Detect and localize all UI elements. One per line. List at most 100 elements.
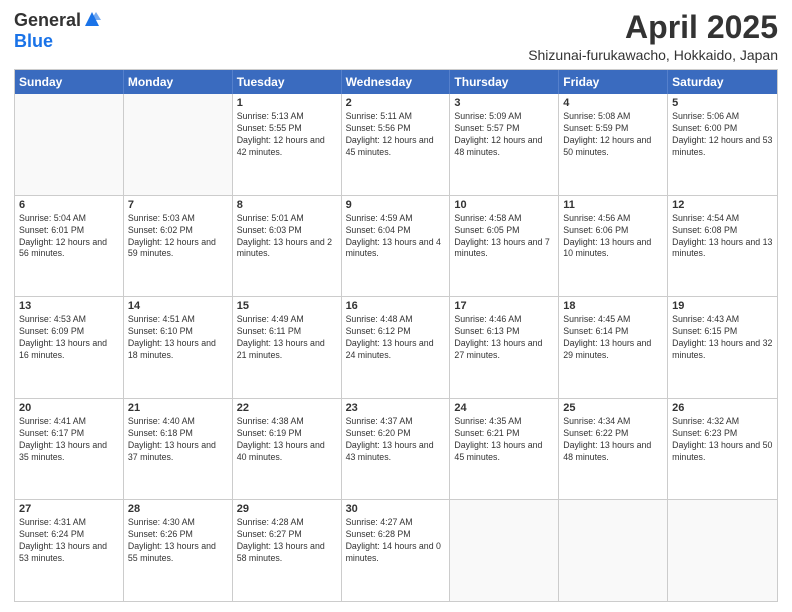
day-number: 24: [454, 402, 554, 414]
cell-detail: Sunrise: 4:35 AM Sunset: 6:21 PM Dayligh…: [454, 416, 554, 464]
cell-detail: Sunrise: 4:41 AM Sunset: 6:17 PM Dayligh…: [19, 416, 119, 464]
calendar-cell: 14 Sunrise: 4:51 AM Sunset: 6:10 PM Dayli…: [124, 297, 233, 398]
calendar-cell: 29Sunrise: 4:28 AM Sunset: 6:27 PM Dayli…: [233, 500, 342, 601]
day-number: 11: [563, 199, 663, 211]
day-number: 8: [237, 199, 337, 211]
calendar-cell: [450, 500, 559, 601]
cell-detail: Sunrise: 5:01 AM Sunset: 6:03 PM Dayligh…: [237, 213, 337, 261]
day-number: 13: [19, 300, 119, 312]
calendar-row-5: 27 Sunrise: 4:31 AM Sunset: 6:24 PM Dayli…: [15, 499, 777, 601]
calendar-cell: [668, 500, 777, 601]
month-title: April 2025: [528, 10, 778, 45]
day-number: 28: [128, 503, 228, 515]
calendar-cell: 27 Sunrise: 4:31 AM Sunset: 6:24 PM Dayli…: [15, 500, 124, 601]
cell-detail: Sunrise: 4:31 AM Sunset: 6:24 PM Dayligh…: [19, 517, 119, 565]
header: General Blue April 2025 Shizunai-furukaw…: [14, 10, 778, 63]
day-number: 1: [237, 97, 337, 109]
day-number: 4: [563, 97, 663, 109]
calendar-cell: 24 Sunrise: 4:35 AM Sunset: 6:21 PM Dayli…: [450, 399, 559, 500]
cell-detail: Sunrise: 4:46 AM Sunset: 6:13 PM Dayligh…: [454, 314, 554, 362]
day-number: 5: [672, 97, 773, 109]
calendar-header: SundayMondayTuesdayWednesdayThursdayFrid…: [15, 70, 777, 94]
cell-detail: Sunrise: 5:06 AM Sunset: 6:00 PM Dayligh…: [672, 111, 773, 159]
calendar-cell: 4 Sunrise: 5:08 AM Sunset: 5:59 PM Daylig…: [559, 94, 668, 195]
calendar-cell: 3 Sunrise: 5:09 AM Sunset: 5:57 PM Daylig…: [450, 94, 559, 195]
calendar-cell: 26Sunrise: 4:32 AM Sunset: 6:23 PM Dayli…: [668, 399, 777, 500]
day-number: 10: [454, 199, 554, 211]
cell-detail: Sunrise: 5:09 AM Sunset: 5:57 PM Dayligh…: [454, 111, 554, 159]
cell-detail: Sunrise: 4:37 AM Sunset: 6:20 PM Dayligh…: [346, 416, 446, 464]
cell-detail: Sunrise: 4:28 AM Sunset: 6:27 PM Dayligh…: [237, 517, 337, 565]
calendar-cell: 10 Sunrise: 4:58 AM Sunset: 6:05 PM Dayli…: [450, 196, 559, 297]
calendar-cell: 25 Sunrise: 4:34 AM Sunset: 6:22 PM Dayli…: [559, 399, 668, 500]
cell-detail: Sunrise: 4:48 AM Sunset: 6:12 PM Dayligh…: [346, 314, 446, 362]
calendar-cell: 5 Sunrise: 5:06 AM Sunset: 6:00 PM Daylig…: [668, 94, 777, 195]
calendar-body: 1 Sunrise: 5:13 AM Sunset: 5:55 PM Daylig…: [15, 94, 777, 601]
weekday-header-wednesday: Wednesday: [342, 70, 451, 94]
day-number: 3: [454, 97, 554, 109]
calendar-cell: 7 Sunrise: 5:03 AM Sunset: 6:02 PM Daylig…: [124, 196, 233, 297]
calendar-cell: 15Sunrise: 4:49 AM Sunset: 6:11 PM Dayli…: [233, 297, 342, 398]
calendar-row-4: 20 Sunrise: 4:41 AM Sunset: 6:17 PM Dayli…: [15, 398, 777, 500]
logo: General Blue: [14, 10, 101, 52]
day-number: 14: [128, 300, 228, 312]
cell-detail: Sunrise: 5:11 AM Sunset: 5:56 PM Dayligh…: [346, 111, 446, 159]
cell-detail: Sunrise: 4:56 AM Sunset: 6:06 PM Dayligh…: [563, 213, 663, 261]
cell-detail: Sunrise: 5:13 AM Sunset: 5:55 PM Dayligh…: [237, 111, 337, 159]
page: General Blue April 2025 Shizunai-furukaw…: [0, 0, 792, 612]
cell-detail: Sunrise: 5:08 AM Sunset: 5:59 PM Dayligh…: [563, 111, 663, 159]
calendar-cell: 16Sunrise: 4:48 AM Sunset: 6:12 PM Dayli…: [342, 297, 451, 398]
calendar-cell: 17 Sunrise: 4:46 AM Sunset: 6:13 PM Dayli…: [450, 297, 559, 398]
calendar-cell: 6Sunrise: 5:04 AM Sunset: 6:01 PM Daylig…: [15, 196, 124, 297]
cell-detail: Sunrise: 5:03 AM Sunset: 6:02 PM Dayligh…: [128, 213, 228, 261]
calendar-cell: [15, 94, 124, 195]
day-number: 30: [346, 503, 446, 515]
cell-detail: Sunrise: 4:32 AM Sunset: 6:23 PM Dayligh…: [672, 416, 773, 464]
logo-icon: [83, 10, 101, 28]
weekday-header-sunday: Sunday: [15, 70, 124, 94]
cell-detail: Sunrise: 4:59 AM Sunset: 6:04 PM Dayligh…: [346, 213, 446, 261]
calendar-cell: [559, 500, 668, 601]
weekday-header-monday: Monday: [124, 70, 233, 94]
title-block: April 2025 Shizunai-furukawacho, Hokkaid…: [528, 10, 778, 63]
calendar-cell: 1 Sunrise: 5:13 AM Sunset: 5:55 PM Daylig…: [233, 94, 342, 195]
cell-detail: Sunrise: 4:43 AM Sunset: 6:15 PM Dayligh…: [672, 314, 773, 362]
calendar-cell: 8 Sunrise: 5:01 AM Sunset: 6:03 PM Daylig…: [233, 196, 342, 297]
logo-general-text: General: [14, 10, 81, 31]
cell-detail: Sunrise: 4:30 AM Sunset: 6:26 PM Dayligh…: [128, 517, 228, 565]
day-number: 22: [237, 402, 337, 414]
cell-detail: Sunrise: 4:34 AM Sunset: 6:22 PM Dayligh…: [563, 416, 663, 464]
day-number: 2: [346, 97, 446, 109]
cell-detail: Sunrise: 4:45 AM Sunset: 6:14 PM Dayligh…: [563, 314, 663, 362]
calendar-cell: 28 Sunrise: 4:30 AM Sunset: 6:26 PM Dayli…: [124, 500, 233, 601]
calendar-cell: 2 Sunrise: 5:11 AM Sunset: 5:56 PM Daylig…: [342, 94, 451, 195]
day-number: 27: [19, 503, 119, 515]
cell-detail: Sunrise: 4:38 AM Sunset: 6:19 PM Dayligh…: [237, 416, 337, 464]
cell-detail: Sunrise: 4:53 AM Sunset: 6:09 PM Dayligh…: [19, 314, 119, 362]
day-number: 20: [19, 402, 119, 414]
calendar-cell: 21Sunrise: 4:40 AM Sunset: 6:18 PM Dayli…: [124, 399, 233, 500]
cell-detail: Sunrise: 5:04 AM Sunset: 6:01 PM Dayligh…: [19, 213, 119, 261]
calendar-cell: 18 Sunrise: 4:45 AM Sunset: 6:14 PM Dayli…: [559, 297, 668, 398]
weekday-header-friday: Friday: [559, 70, 668, 94]
calendar: SundayMondayTuesdayWednesdayThursdayFrid…: [14, 69, 778, 602]
day-number: 25: [563, 402, 663, 414]
day-number: 15: [237, 300, 337, 312]
calendar-cell: 13 Sunrise: 4:53 AM Sunset: 6:09 PM Dayli…: [15, 297, 124, 398]
calendar-cell: [124, 94, 233, 195]
cell-detail: Sunrise: 4:58 AM Sunset: 6:05 PM Dayligh…: [454, 213, 554, 261]
cell-detail: Sunrise: 4:51 AM Sunset: 6:10 PM Dayligh…: [128, 314, 228, 362]
day-number: 7: [128, 199, 228, 211]
calendar-cell: 19 Sunrise: 4:43 AM Sunset: 6:15 PM Dayli…: [668, 297, 777, 398]
day-number: 23: [346, 402, 446, 414]
day-number: 18: [563, 300, 663, 312]
day-number: 19: [672, 300, 773, 312]
weekday-header-tuesday: Tuesday: [233, 70, 342, 94]
calendar-cell: 12Sunrise: 4:54 AM Sunset: 6:08 PM Dayli…: [668, 196, 777, 297]
day-number: 17: [454, 300, 554, 312]
cell-detail: Sunrise: 4:27 AM Sunset: 6:28 PM Dayligh…: [346, 517, 446, 565]
calendar-cell: 22 Sunrise: 4:38 AM Sunset: 6:19 PM Dayli…: [233, 399, 342, 500]
logo-blue-text: Blue: [14, 31, 53, 52]
cell-detail: Sunrise: 4:40 AM Sunset: 6:18 PM Dayligh…: [128, 416, 228, 464]
calendar-row-2: 6Sunrise: 5:04 AM Sunset: 6:01 PM Daylig…: [15, 195, 777, 297]
